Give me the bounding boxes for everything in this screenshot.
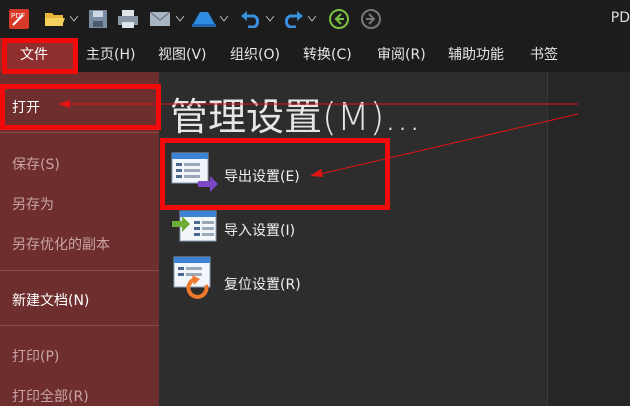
menu-organize[interactable]: 组织(O) xyxy=(230,38,280,72)
reset-settings-button[interactable] xyxy=(170,256,218,304)
print-icon[interactable] xyxy=(116,6,140,32)
save-icon[interactable] xyxy=(86,6,110,32)
import-settings-icon xyxy=(170,207,218,253)
app-title: PD xyxy=(610,10,630,26)
upload-icon[interactable] xyxy=(190,6,218,32)
menu-view[interactable]: 视图(V) xyxy=(158,38,207,72)
annotation-box-export xyxy=(160,138,390,210)
back-icon[interactable] xyxy=(326,6,352,32)
sidebar-item-new-document[interactable]: 新建文档(N) xyxy=(12,290,89,310)
sidebar-divider xyxy=(0,132,159,133)
menu-review[interactable]: 审阅(R) xyxy=(377,38,426,72)
annotation-box-file xyxy=(2,38,78,74)
sidebar-item-print[interactable]: 打印(P) xyxy=(12,346,59,366)
page-title: 管理设置(M)... xyxy=(170,95,421,139)
sidebar-item-save-optimized[interactable]: 另存优化的副本 xyxy=(12,234,110,254)
undo-icon[interactable] xyxy=(238,6,264,32)
sidebar-divider xyxy=(0,325,159,326)
import-settings-label: 导入设置(I) xyxy=(224,223,296,239)
menu-convert[interactable]: 转换(C) xyxy=(303,38,352,72)
reset-settings-icon xyxy=(170,255,218,305)
open-folder-icon[interactable] xyxy=(42,6,68,32)
reset-settings-label: 复位设置(R) xyxy=(224,277,301,293)
annotation-box-open xyxy=(0,84,161,130)
sidebar-item-save[interactable]: 保存(S) xyxy=(12,154,60,174)
pdf-logo-icon[interactable]: PDF xyxy=(6,6,32,32)
chevron-down-icon[interactable] xyxy=(174,6,186,32)
email-icon[interactable] xyxy=(148,6,172,32)
menu-home[interactable]: 主页(H) xyxy=(86,38,135,72)
sidebar-item-save-as[interactable]: 另存为 xyxy=(12,194,54,214)
chevron-down-icon[interactable] xyxy=(218,6,230,32)
sidebar-divider xyxy=(0,270,159,271)
menu-accessibility[interactable]: 辅助功能 xyxy=(448,38,504,72)
chevron-down-icon[interactable] xyxy=(306,6,318,32)
quick-access-toolbar: PDF PD xyxy=(0,0,630,38)
ribbon-menubar: 主页(H) 视图(V) 组织(O) 转换(C) 审阅(R) 辅助功能 书签 xyxy=(0,38,630,72)
redo-icon[interactable] xyxy=(280,6,306,32)
forward-icon[interactable] xyxy=(358,6,384,32)
chevron-down-icon[interactable] xyxy=(264,6,276,32)
right-pane xyxy=(547,72,630,406)
import-settings-button[interactable] xyxy=(170,206,218,254)
chevron-down-icon[interactable] xyxy=(68,6,80,32)
menu-bookmarks[interactable]: 书签 xyxy=(530,38,558,72)
sidebar-item-print-all[interactable]: 打印全部(R) xyxy=(12,386,89,406)
